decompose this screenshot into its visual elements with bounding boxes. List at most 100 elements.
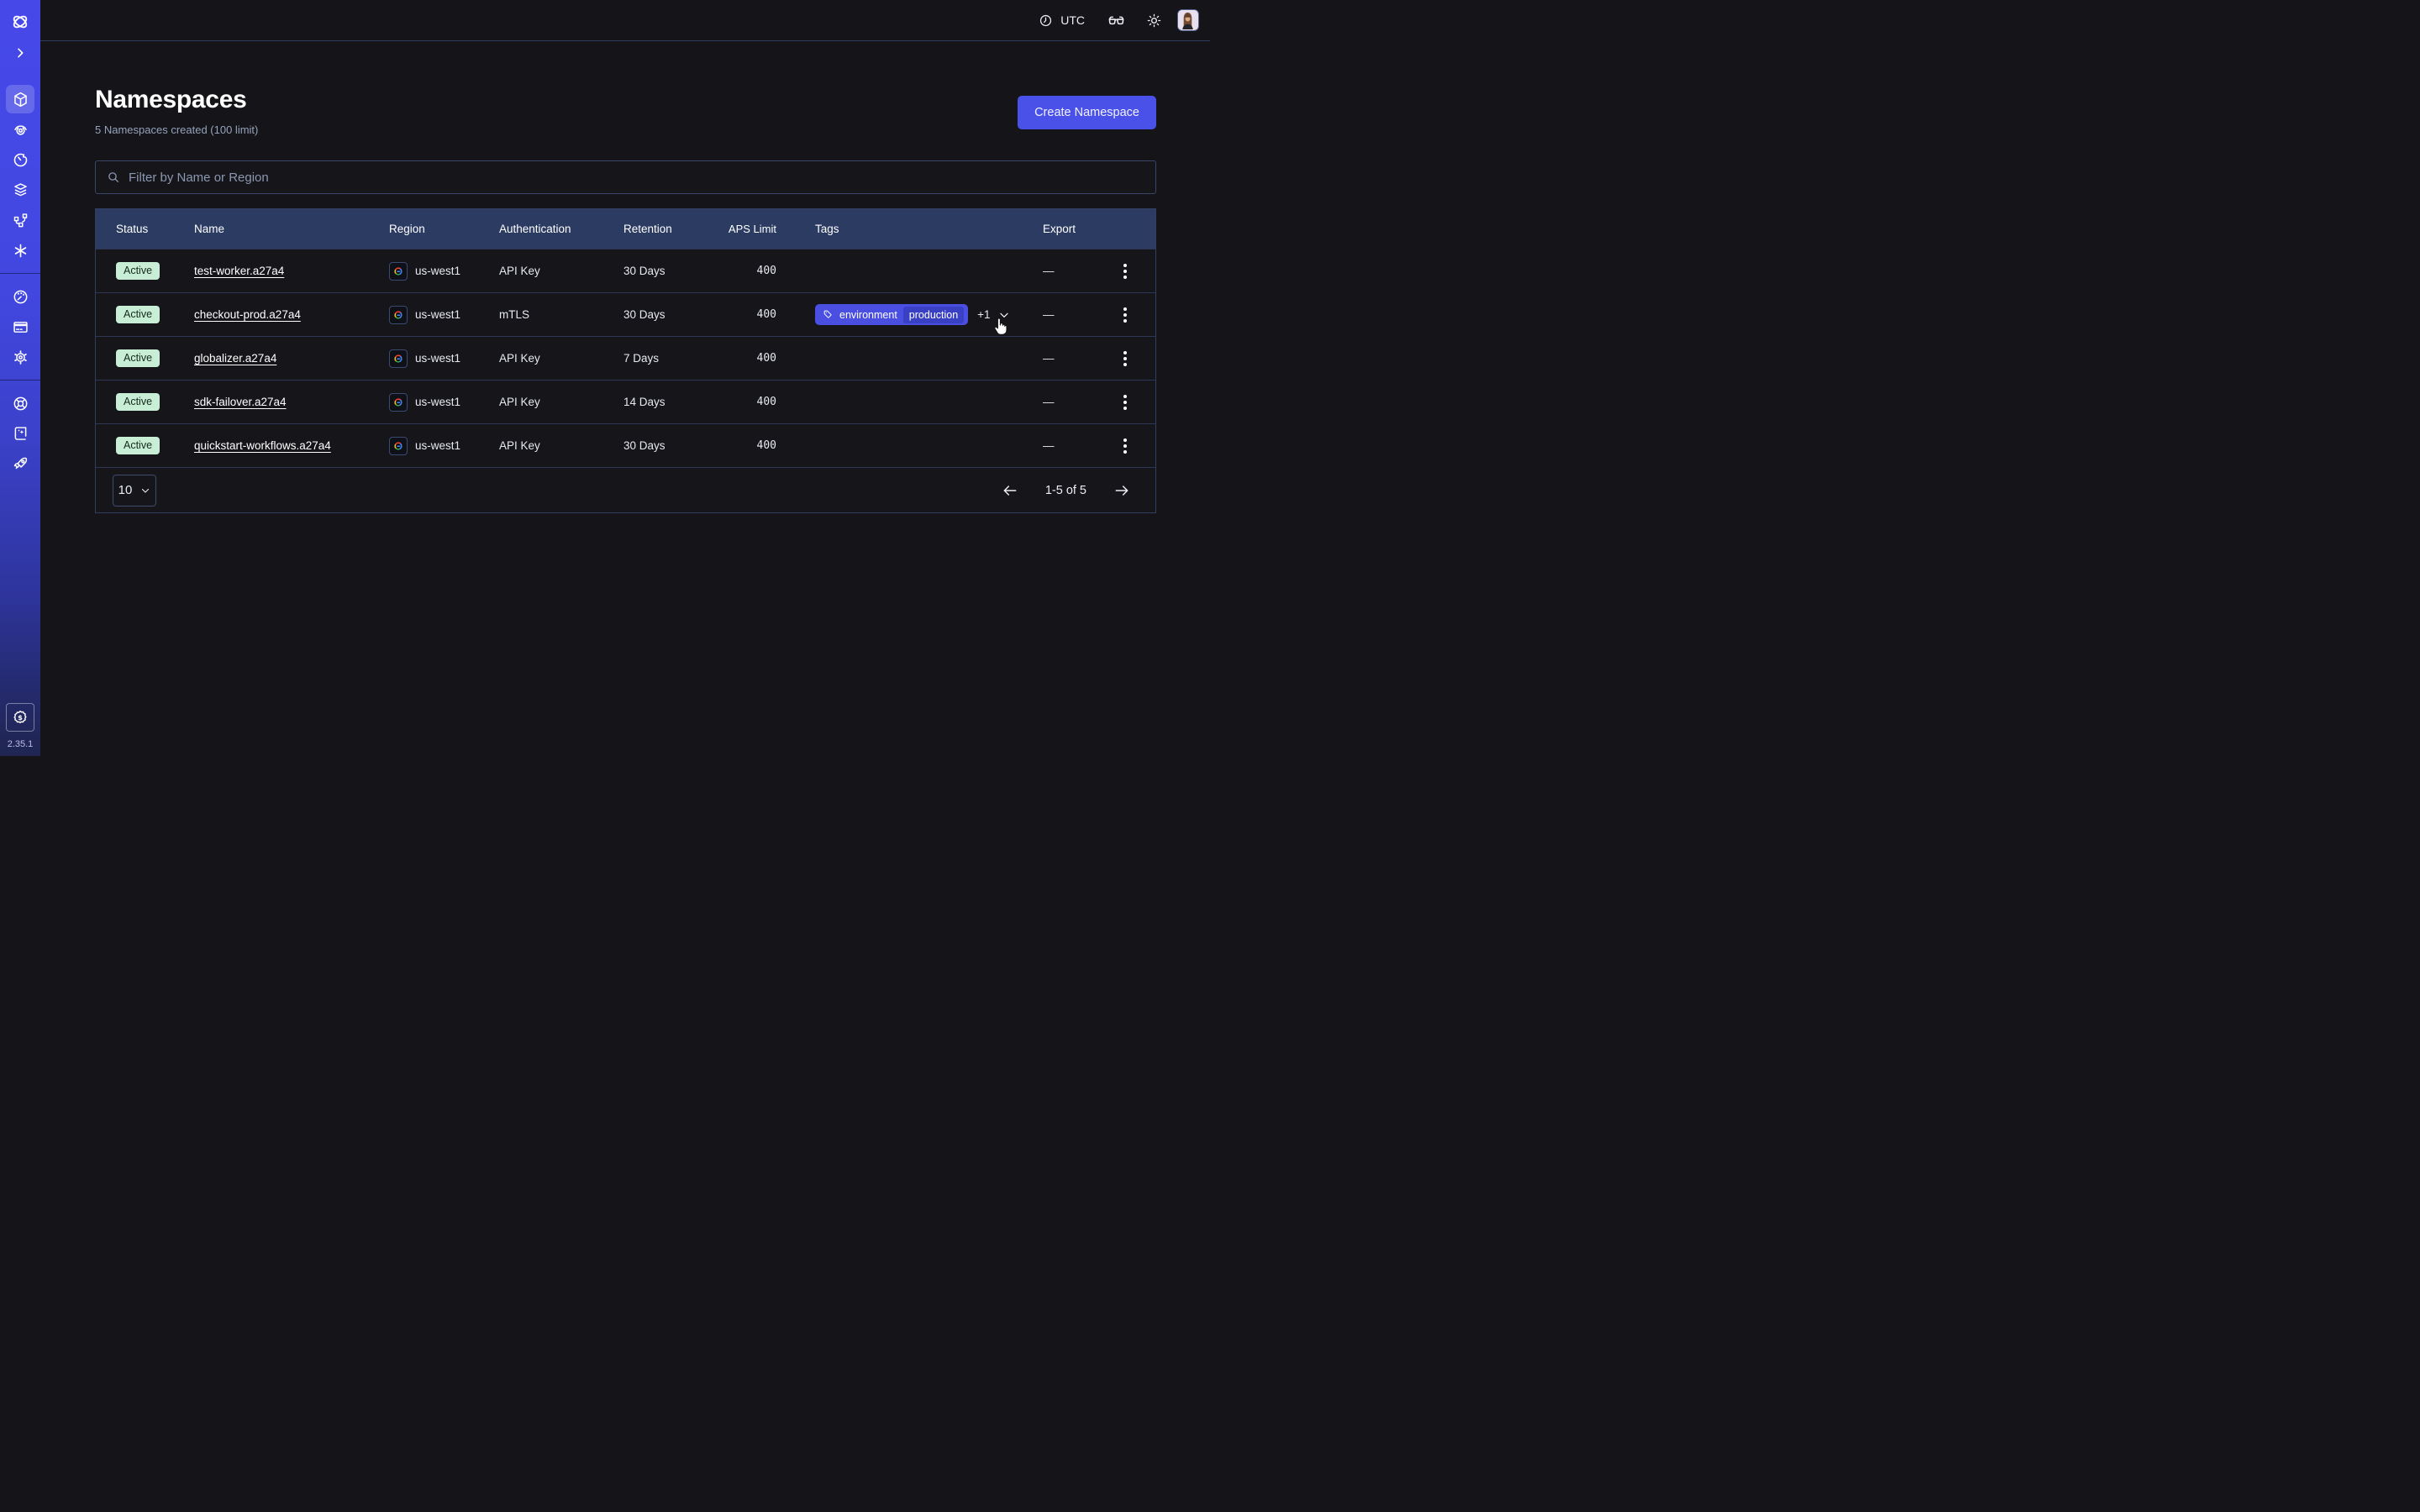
status-badge: Active (116, 437, 160, 454)
table-row: Active quickstart-workflows.a27a4 us-wes… (96, 423, 1155, 467)
status-badge: Active (116, 349, 160, 367)
auth-label: mTLS (499, 308, 623, 321)
sidebar-item-getting-started-rocket-icon[interactable] (6, 449, 34, 479)
sidebar-item-settings-gear-icon[interactable] (6, 342, 34, 372)
retention-label: 14 Days (623, 396, 718, 408)
sidebar-item-support-lifebuoy-icon[interactable] (6, 388, 34, 418)
region-label: us-west1 (415, 308, 460, 321)
timezone-selector[interactable]: UTC (1039, 13, 1085, 28)
plan-dollar-badge-icon[interactable]: $ (6, 703, 34, 732)
gcp-region-icon (389, 306, 408, 324)
sidebar-item-history-timer-icon[interactable] (6, 144, 34, 175)
page-title: Namespaces (95, 86, 246, 114)
table-row: Active test-worker.a27a4 us-west1 API Ke… (96, 249, 1155, 292)
auth-label: API Key (499, 265, 623, 277)
sidebar-divider (0, 380, 40, 381)
namespace-link[interactable]: globalizer.a27a4 (194, 352, 276, 365)
main-content: Namespaces 5 Namespaces created (100 lim… (40, 41, 1210, 756)
export-value: — (1043, 439, 1055, 452)
aps-limit-value: 400 (718, 308, 793, 321)
search-icon (107, 171, 120, 184)
timezone-label: UTC (1060, 13, 1085, 27)
filter-bar[interactable] (95, 160, 1156, 194)
sidebar-bottom: $ 2.35.1 (0, 703, 40, 752)
export-value: — (1043, 352, 1055, 365)
col-authentication: Authentication (499, 223, 623, 235)
sidebar-item-layers-stack-icon[interactable] (6, 175, 34, 205)
col-tags: Tags (793, 223, 1037, 235)
avatar[interactable] (1177, 9, 1199, 31)
sidebar-expand-chevron-icon[interactable] (6, 40, 34, 66)
tags-more-count: +1 (977, 308, 990, 321)
col-name: Name (194, 223, 389, 235)
tags-cell: environment production +1 (793, 304, 1037, 325)
page-size-value: 10 (118, 483, 133, 497)
table-row: Active checkout-prod.a27a4 us-west1 mTLS… (96, 292, 1155, 336)
create-namespace-button[interactable]: Create Namespace (1018, 96, 1156, 129)
gcp-region-icon (389, 262, 408, 281)
sidebar-divider (0, 273, 40, 274)
arrow-left-icon[interactable] (1002, 482, 1018, 499)
region-label: us-west1 (415, 396, 460, 408)
export-value: — (1043, 396, 1055, 408)
arrow-right-icon[interactable] (1113, 482, 1130, 499)
auth-label: API Key (499, 439, 623, 452)
region-label: us-west1 (415, 265, 460, 277)
gcp-region-icon (389, 393, 408, 412)
status-badge: Active (116, 306, 160, 323)
theme-sun-icon[interactable] (1146, 13, 1162, 29)
tag-pill[interactable]: environment production (815, 304, 968, 325)
namespace-link[interactable]: test-worker.a27a4 (194, 265, 284, 277)
kebab-menu-icon[interactable] (1120, 304, 1130, 326)
sidebar-item-billing-card-icon[interactable] (6, 312, 34, 342)
auth-label: API Key (499, 396, 623, 408)
sidebar: $ 2.35.1 (0, 0, 40, 756)
topbar: UTC (40, 0, 1210, 41)
glasses-icon[interactable] (1107, 11, 1126, 30)
kebab-menu-icon[interactable] (1120, 260, 1130, 282)
gcp-region-icon (389, 437, 408, 455)
region-label: us-west1 (415, 352, 460, 365)
table-row: Active globalizer.a27a4 us-west1 API Key… (96, 336, 1155, 380)
chevron-down-icon (140, 486, 150, 496)
kebab-menu-icon[interactable] (1120, 435, 1130, 457)
gcp-region-icon (389, 349, 408, 368)
aps-limit-value: 400 (718, 265, 793, 277)
auth-label: API Key (499, 352, 623, 365)
sidebar-item-asterisk-icon[interactable] (6, 235, 34, 265)
temporal-logo[interactable] (6, 8, 34, 35)
table-row: Active sdk-failover.a27a4 us-west1 API K… (96, 380, 1155, 423)
region-label: us-west1 (415, 439, 460, 452)
namespaces-table: Status Name Region Authentication Retent… (95, 208, 1156, 513)
tag-key: environment (839, 309, 897, 321)
page-size-select[interactable]: 10 (113, 475, 156, 507)
app-version: 2.35.1 (8, 739, 34, 749)
export-value: — (1043, 308, 1055, 321)
chevron-down-icon[interactable] (998, 309, 1010, 321)
sidebar-item-namespaces[interactable] (6, 85, 34, 113)
retention-label: 30 Days (623, 439, 718, 452)
namespace-link[interactable]: sdk-failover.a27a4 (194, 396, 287, 408)
sidebar-item-workflow-branch-icon[interactable] (6, 205, 34, 235)
sidebar-item-usage-gauge-icon[interactable] (6, 281, 34, 312)
svg-text:$: $ (18, 713, 23, 722)
aps-limit-value: 400 (718, 396, 793, 408)
sidebar-item-docs-book-icon[interactable] (6, 418, 34, 449)
clock-icon (1039, 13, 1053, 28)
status-badge: Active (116, 393, 160, 411)
status-badge: Active (116, 262, 160, 280)
filter-input[interactable] (129, 171, 1144, 185)
namespace-link[interactable]: checkout-prod.a27a4 (194, 308, 301, 321)
col-status: Status (96, 223, 194, 235)
namespace-link[interactable]: quickstart-workflows.a27a4 (194, 439, 331, 452)
sidebar-nav (0, 84, 40, 479)
col-export: Export (1037, 223, 1155, 235)
col-retention: Retention (623, 223, 718, 235)
retention-label: 30 Days (623, 308, 718, 321)
sidebar-item-insights-radar-icon[interactable] (6, 114, 34, 144)
kebab-menu-icon[interactable] (1120, 391, 1130, 413)
col-region: Region (389, 223, 499, 235)
kebab-menu-icon[interactable] (1120, 348, 1130, 370)
aps-limit-value: 400 (718, 352, 793, 365)
tag-value: production (903, 307, 964, 323)
